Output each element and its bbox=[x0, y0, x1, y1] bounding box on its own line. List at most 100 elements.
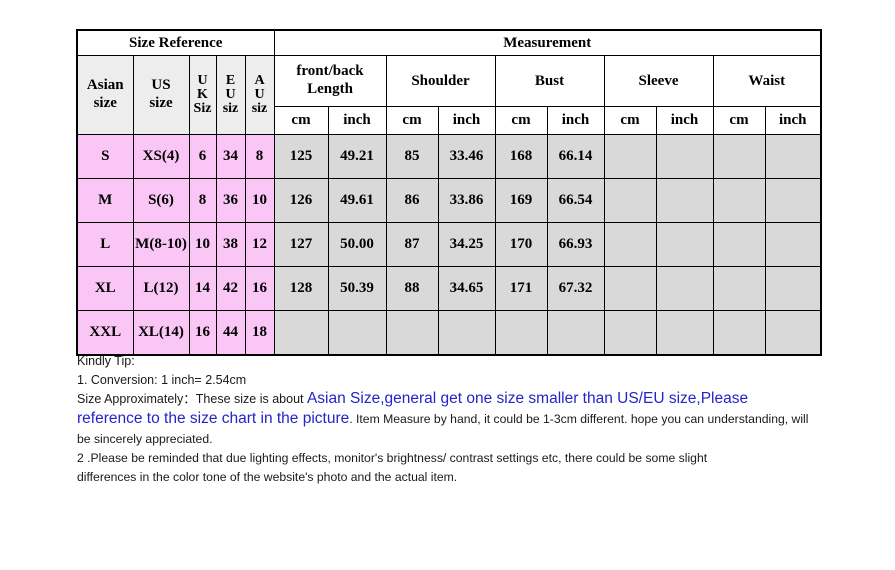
cell-us-size: XL(14) bbox=[132, 310, 190, 356]
unit-header-shoulder-inch: inch bbox=[437, 106, 496, 135]
cell-bust-cm bbox=[494, 310, 548, 356]
cell-bust-inch: 66.93 bbox=[546, 222, 605, 267]
sub-header-bust: Bust bbox=[494, 55, 605, 107]
cell-waist-inch bbox=[764, 178, 822, 223]
sub-header-sleeve: Sleeve bbox=[603, 55, 714, 107]
sub-header-uk-size: U K Siz bbox=[188, 55, 217, 135]
sub-header-asian-size: Asian size bbox=[76, 55, 134, 135]
cell-sleeve-inch bbox=[655, 134, 714, 179]
notes-title: Kindly Tip: bbox=[77, 354, 135, 368]
sub-header-eu-size-line2: U bbox=[225, 86, 236, 102]
cell-length-inch: 49.61 bbox=[327, 178, 387, 223]
sub-header-eu-size-line1: E bbox=[225, 72, 236, 88]
sub-header-au-size: A U siz bbox=[244, 55, 275, 135]
cell-bust-inch: 67.32 bbox=[546, 266, 605, 311]
cell-waist-inch bbox=[764, 222, 822, 267]
sub-header-shoulder: Shoulder bbox=[385, 55, 496, 107]
cell-eu-size: 36 bbox=[215, 178, 246, 223]
size-chart-table: Size Reference Measurement Asian size US… bbox=[76, 29, 822, 356]
notes-approx-blue-1: Asian Size,general get one size smaller … bbox=[306, 390, 749, 407]
cell-waist-cm bbox=[712, 178, 766, 223]
sub-header-waist: Waist bbox=[712, 55, 822, 107]
notes-approx-suffix: . Item Measure by hand, it could be 1-3c… bbox=[349, 412, 705, 426]
kindly-tip-notes: Kindly Tip: 1. Conversion: 1 inch= 2.54c… bbox=[77, 352, 817, 486]
cell-sleeve-cm bbox=[603, 310, 657, 356]
sub-header-us-size-line2: size bbox=[149, 95, 173, 111]
cell-length-inch bbox=[327, 310, 387, 356]
cell-length-cm: 127 bbox=[273, 222, 329, 267]
cell-shoulder-inch bbox=[437, 310, 496, 356]
size-chart-page: Size Reference Measurement Asian size US… bbox=[0, 0, 895, 570]
cell-shoulder-cm: 86 bbox=[385, 178, 439, 223]
table-row: L M(8-10) 10 38 12 127 50.00 87 34.25 17… bbox=[76, 222, 822, 267]
cell-shoulder-inch: 33.86 bbox=[437, 178, 496, 223]
cell-sleeve-inch bbox=[655, 222, 714, 267]
unit-header-waist-cm: cm bbox=[712, 106, 766, 135]
cell-sleeve-inch bbox=[655, 178, 714, 223]
cell-waist-inch bbox=[764, 266, 822, 311]
cell-sleeve-cm bbox=[603, 134, 657, 179]
unit-header-bust-inch: inch bbox=[546, 106, 605, 135]
cell-au-size: 12 bbox=[244, 222, 275, 267]
cell-asian-size: M bbox=[76, 178, 134, 223]
cell-asian-size: L bbox=[76, 222, 134, 267]
sub-header-asian-size-line2: size bbox=[93, 95, 117, 111]
notes-item2-line1: 2 .Please be reminded that due lighting … bbox=[77, 451, 708, 465]
cell-sleeve-cm bbox=[603, 222, 657, 267]
unit-header-bust-cm: cm bbox=[494, 106, 548, 135]
cell-shoulder-cm: 88 bbox=[385, 266, 439, 311]
table-sub-header-row: Asian size US size U K Siz E U siz A U s… bbox=[76, 55, 822, 135]
sub-header-us-size: US size bbox=[132, 55, 190, 135]
cell-eu-size: 38 bbox=[215, 222, 246, 267]
sub-header-asian-size-line1: Asian bbox=[86, 77, 124, 94]
cell-shoulder-cm: 85 bbox=[385, 134, 439, 179]
table-row: XXL XL(14) 16 44 18 bbox=[76, 310, 822, 356]
cell-length-inch: 50.00 bbox=[327, 222, 387, 267]
sub-header-au-size-line2: U bbox=[254, 86, 265, 102]
cell-length-cm: 126 bbox=[273, 178, 329, 223]
cell-sleeve-cm bbox=[603, 178, 657, 223]
cell-uk-size: 16 bbox=[188, 310, 217, 356]
cell-asian-size: XL bbox=[76, 266, 134, 311]
cell-us-size: S(6) bbox=[132, 178, 190, 223]
unit-header-shoulder-cm: cm bbox=[385, 106, 439, 135]
cell-eu-size: 34 bbox=[215, 134, 246, 179]
cell-au-size: 8 bbox=[244, 134, 275, 179]
sub-header-uk-size-line1: U bbox=[197, 72, 208, 88]
sub-header-au-size-line1: A bbox=[254, 72, 265, 88]
cell-waist-cm bbox=[712, 266, 766, 311]
cell-length-cm bbox=[273, 310, 329, 356]
group-header-size-reference: Size Reference bbox=[76, 29, 275, 56]
cell-length-inch: 49.21 bbox=[327, 134, 387, 179]
size-chart-container: Size Reference Measurement Asian size US… bbox=[76, 29, 822, 356]
cell-bust-inch: 66.14 bbox=[546, 134, 605, 179]
unit-header-sleeve-inch: inch bbox=[655, 106, 714, 135]
sub-header-uk-size-line2: K bbox=[197, 86, 208, 102]
table-row: M S(6) 8 36 10 126 49.61 86 33.86 169 66… bbox=[76, 178, 822, 223]
cell-bust-cm: 171 bbox=[494, 266, 548, 311]
table-row: S XS(4) 6 34 8 125 49.21 85 33.46 168 66… bbox=[76, 134, 822, 179]
cell-uk-size: 10 bbox=[188, 222, 217, 267]
cell-waist-cm bbox=[712, 310, 766, 356]
cell-eu-size: 42 bbox=[215, 266, 246, 311]
sub-header-eu-size: E U siz bbox=[215, 55, 246, 135]
cell-length-cm: 128 bbox=[273, 266, 329, 311]
cell-shoulder-cm bbox=[385, 310, 439, 356]
cell-sleeve-cm bbox=[603, 266, 657, 311]
group-header-measurement: Measurement bbox=[273, 29, 822, 56]
cell-uk-size: 6 bbox=[188, 134, 217, 179]
cell-us-size: XS(4) bbox=[132, 134, 190, 179]
table-group-header-row: Size Reference Measurement bbox=[76, 29, 822, 56]
notes-approx-blue-2: reference to the size chart in the pictu… bbox=[77, 410, 350, 427]
cell-waist-inch bbox=[764, 134, 822, 179]
unit-header-length-cm: cm bbox=[273, 106, 329, 135]
cell-eu-size: 44 bbox=[215, 310, 246, 356]
cell-uk-size: 14 bbox=[188, 266, 217, 311]
notes-conversion: 1. Conversion: 1 inch= 2.54cm bbox=[77, 372, 247, 387]
unit-header-waist-inch: inch bbox=[764, 106, 822, 135]
cell-length-inch: 50.39 bbox=[327, 266, 387, 311]
unit-header-length-inch: inch bbox=[327, 106, 387, 135]
cell-sleeve-inch bbox=[655, 310, 714, 356]
cell-shoulder-inch: 34.25 bbox=[437, 222, 496, 267]
cell-au-size: 16 bbox=[244, 266, 275, 311]
